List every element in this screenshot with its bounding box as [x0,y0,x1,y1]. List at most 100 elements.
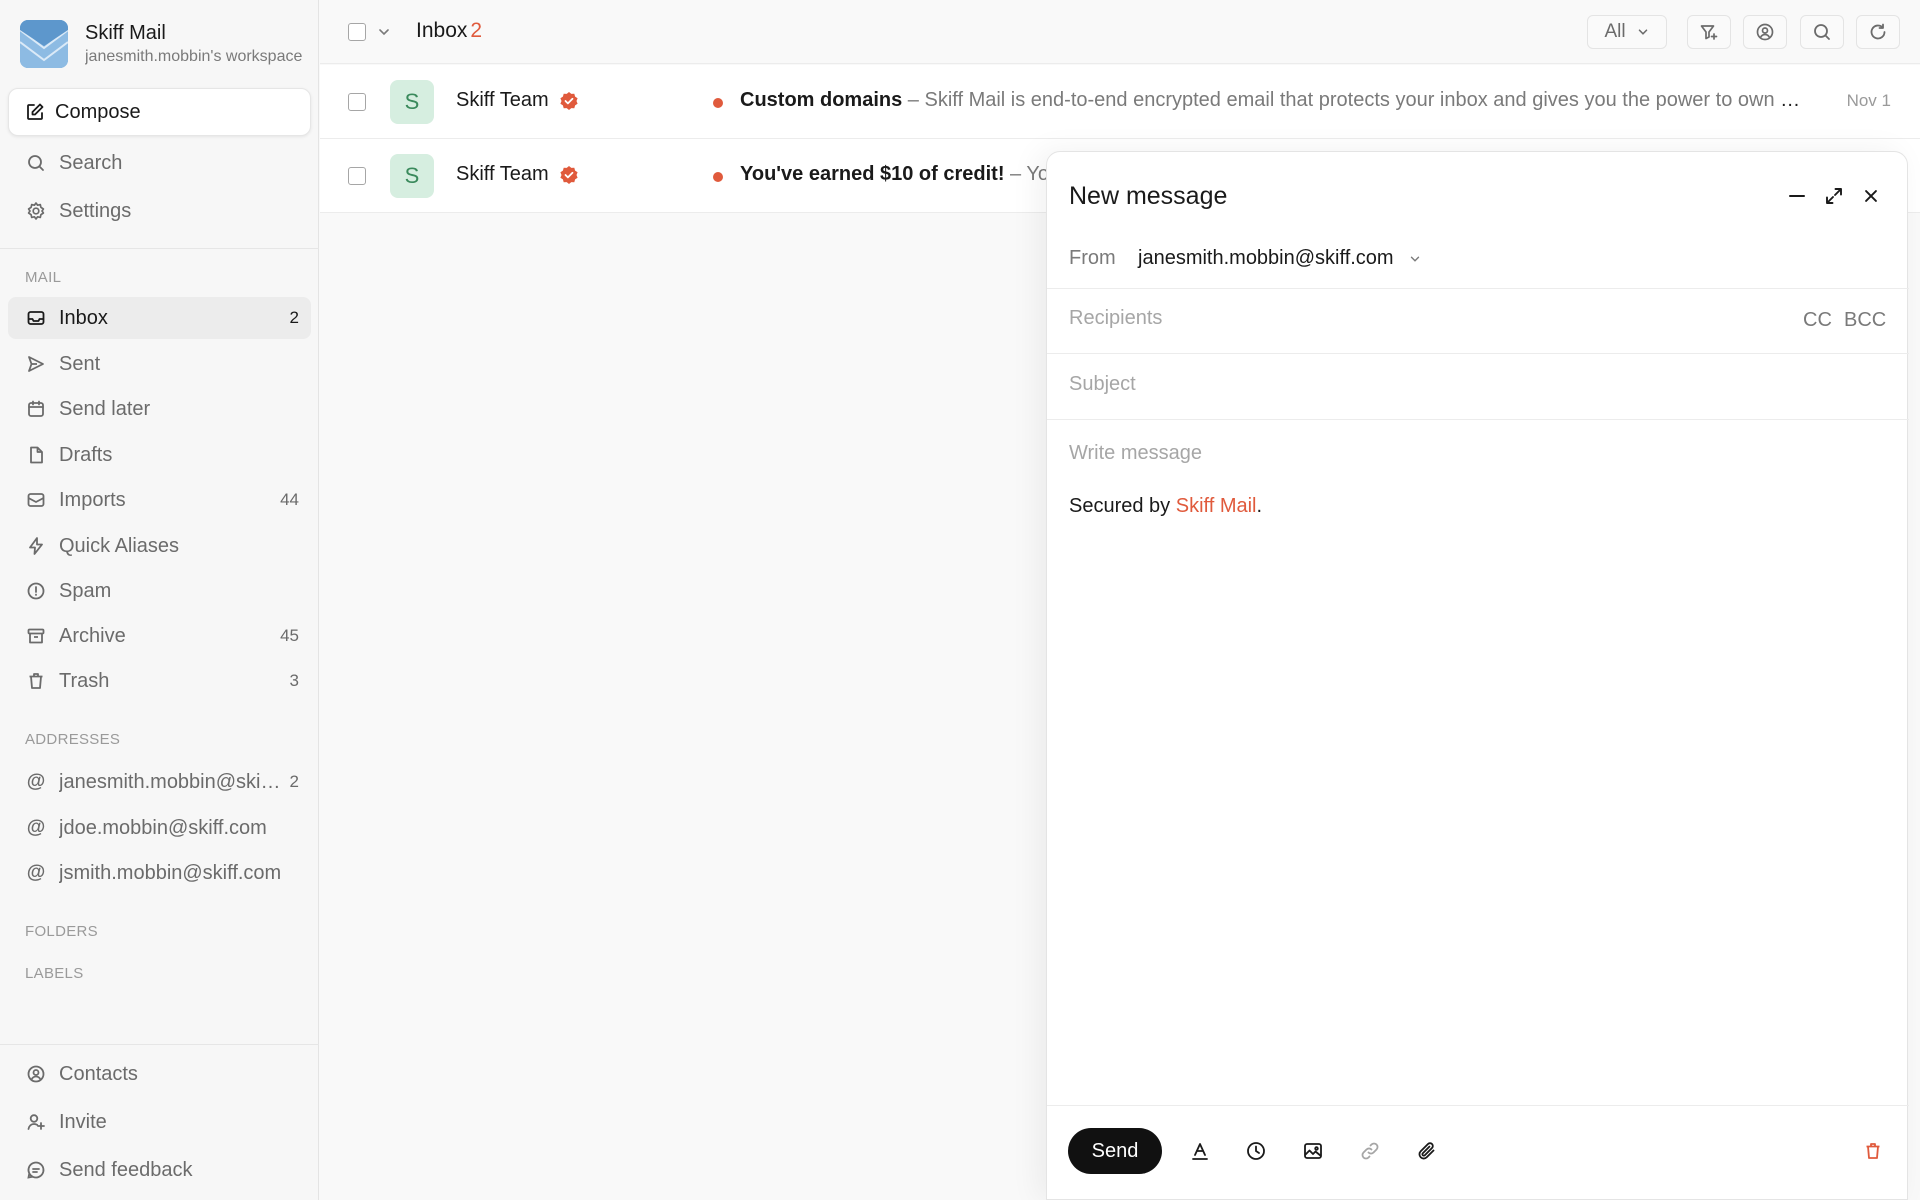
minimize-icon [1787,186,1807,206]
sidebar-item-invite[interactable]: Invite [8,1101,311,1143]
from-select[interactable]: janesmith.mobbin@skiff.com [1138,247,1422,270]
message-body-input[interactable] [1069,442,1869,465]
sidebar-address-jdoe[interactable]: @ jdoe.mobbin@skiff.com [8,807,311,849]
labels-section-label[interactable]: LABELS [25,965,84,982]
cc-button[interactable]: CC [1803,309,1832,332]
avatar: S [390,80,434,124]
compose-button[interactable]: Compose [8,88,311,136]
mail-subject: Custom domains [740,89,903,111]
sidebar-divider [0,1044,319,1045]
image-icon [1302,1140,1324,1162]
text-format-icon [1189,1140,1211,1162]
mailbox-name: Inbox [416,19,468,42]
mail-subject: You've earned $10 of credit! [740,163,1005,185]
schedule-send-button[interactable] [1244,1139,1268,1163]
chevron-down-icon [1408,252,1422,266]
import-icon [26,490,46,510]
subject-input[interactable] [1069,373,1869,396]
user-circle-icon [1755,22,1775,42]
sidebar-item-contacts[interactable]: Contacts [8,1053,311,1095]
sidebar-address-janesmith[interactable]: @ janesmith.mobbin@skiff.com 2 [8,761,311,803]
unread-dot [713,98,723,108]
expand-button[interactable] [1820,182,1848,210]
sidebar-item-settings[interactable]: Settings [8,190,311,232]
sidebar-item-imports[interactable]: Imports 44 [8,479,311,521]
unread-dot [713,172,723,182]
sidebar: Skiff Mail janesmith.mobbin's workspace … [0,0,319,1200]
sidebar-item-trash[interactable]: Trash 3 [8,660,311,702]
addresses-section-label: ADDRESSES [25,731,121,748]
sidebar-item-feedback[interactable]: Send feedback [8,1149,311,1191]
recipients-row: CC BCC [1047,289,1909,354]
mail-summary: Custom domains – Skiff Mail is end-to-en… [740,89,1810,112]
address-count: 2 [289,772,299,791]
sidebar-item-archive[interactable]: Archive 45 [8,615,311,657]
link-icon [1359,1140,1381,1162]
bcc-button[interactable]: BCC [1844,309,1886,332]
sidebar-item-label: Search [59,151,123,174]
text-format-button[interactable] [1188,1139,1212,1163]
refresh-button[interactable] [1856,15,1900,49]
filter-select[interactable]: All [1587,15,1667,49]
workspace-switcher[interactable]: Skiff Mail janesmith.mobbin's workspace [20,20,305,68]
mail-row-checkbox[interactable] [348,167,366,185]
address-label: janesmith.mobbin@skiff.com [59,770,282,793]
mail-row-checkbox[interactable] [348,93,366,111]
search-icon [1812,22,1832,42]
sidebar-item-sent[interactable]: Sent [8,343,311,385]
item-count: 45 [280,626,299,645]
compose-title: New message [1069,182,1228,210]
sidebar-item-label: Invite [59,1110,107,1133]
sidebar-item-quick-aliases[interactable]: Quick Aliases [8,525,311,567]
item-count: 44 [280,490,299,509]
sender-name: Skiff Team [456,89,549,111]
sidebar-item-label: Spam [59,579,112,602]
signature-link[interactable]: Skiff Mail [1176,495,1257,517]
mail-sender: Skiff Team [456,89,579,112]
workspace-name: janesmith.mobbin's workspace [85,48,303,65]
paperclip-icon [1416,1140,1438,1162]
sidebar-item-send-later[interactable]: Send later [8,388,311,430]
sidebar-item-label: Settings [59,199,132,222]
sidebar-item-label: Inbox [59,306,108,329]
at-icon: @ [26,817,46,838]
from-label: From [1069,247,1116,269]
sidebar-item-label: Send feedback [59,1158,193,1181]
mail-date: Nov 1 [1846,91,1891,110]
send-button[interactable]: Send [1068,1128,1162,1174]
folders-section-label[interactable]: FOLDERS [25,923,98,940]
mail-preview: – Skiff Mail is end-to-end encrypted ema… [902,89,1810,111]
select-all-checkbox[interactable] [348,23,366,41]
bolt-icon [26,536,46,556]
sidebar-item-drafts[interactable]: Drafts [8,434,311,476]
sidebar-address-jsmith[interactable]: @ jsmith.mobbin@skiff.com [8,852,311,894]
address-label: jdoe.mobbin@skiff.com [59,816,267,839]
recipients-input[interactable] [1069,307,1769,330]
compose-panel: New message From janesmith.mobbin@skiff.… [1046,151,1909,1200]
sidebar-item-label: Archive [59,624,126,647]
send-icon [26,354,46,374]
verified-badge-icon [559,165,579,185]
sidebar-item-inbox[interactable]: Inbox 2 [8,297,311,339]
attach-file-button[interactable] [1415,1139,1439,1163]
discard-draft-button[interactable] [1861,1139,1885,1163]
mail-preview: – Yo [1004,163,1049,185]
mail-row[interactable]: S Skiff Team Custom domains – Skiff Mail… [320,65,1920,139]
close-button[interactable] [1857,182,1885,210]
sidebar-item-search[interactable]: Search [8,142,311,184]
file-icon [26,445,46,465]
insert-image-button[interactable] [1301,1139,1325,1163]
filter-button[interactable] [1687,15,1731,49]
subject-row [1047,354,1909,420]
contacts-filter-button[interactable] [1743,15,1787,49]
chevron-down-icon[interactable] [376,24,392,40]
verified-badge-icon [559,91,579,111]
search-button[interactable] [1800,15,1844,49]
feedback-icon [26,1160,46,1180]
app-name: Skiff Mail [85,22,166,44]
item-count: 3 [289,671,299,690]
minimize-button[interactable] [1783,182,1811,210]
sidebar-item-spam[interactable]: Spam [8,570,311,612]
insert-link-button[interactable] [1358,1139,1382,1163]
sidebar-item-label: Trash [59,669,110,692]
